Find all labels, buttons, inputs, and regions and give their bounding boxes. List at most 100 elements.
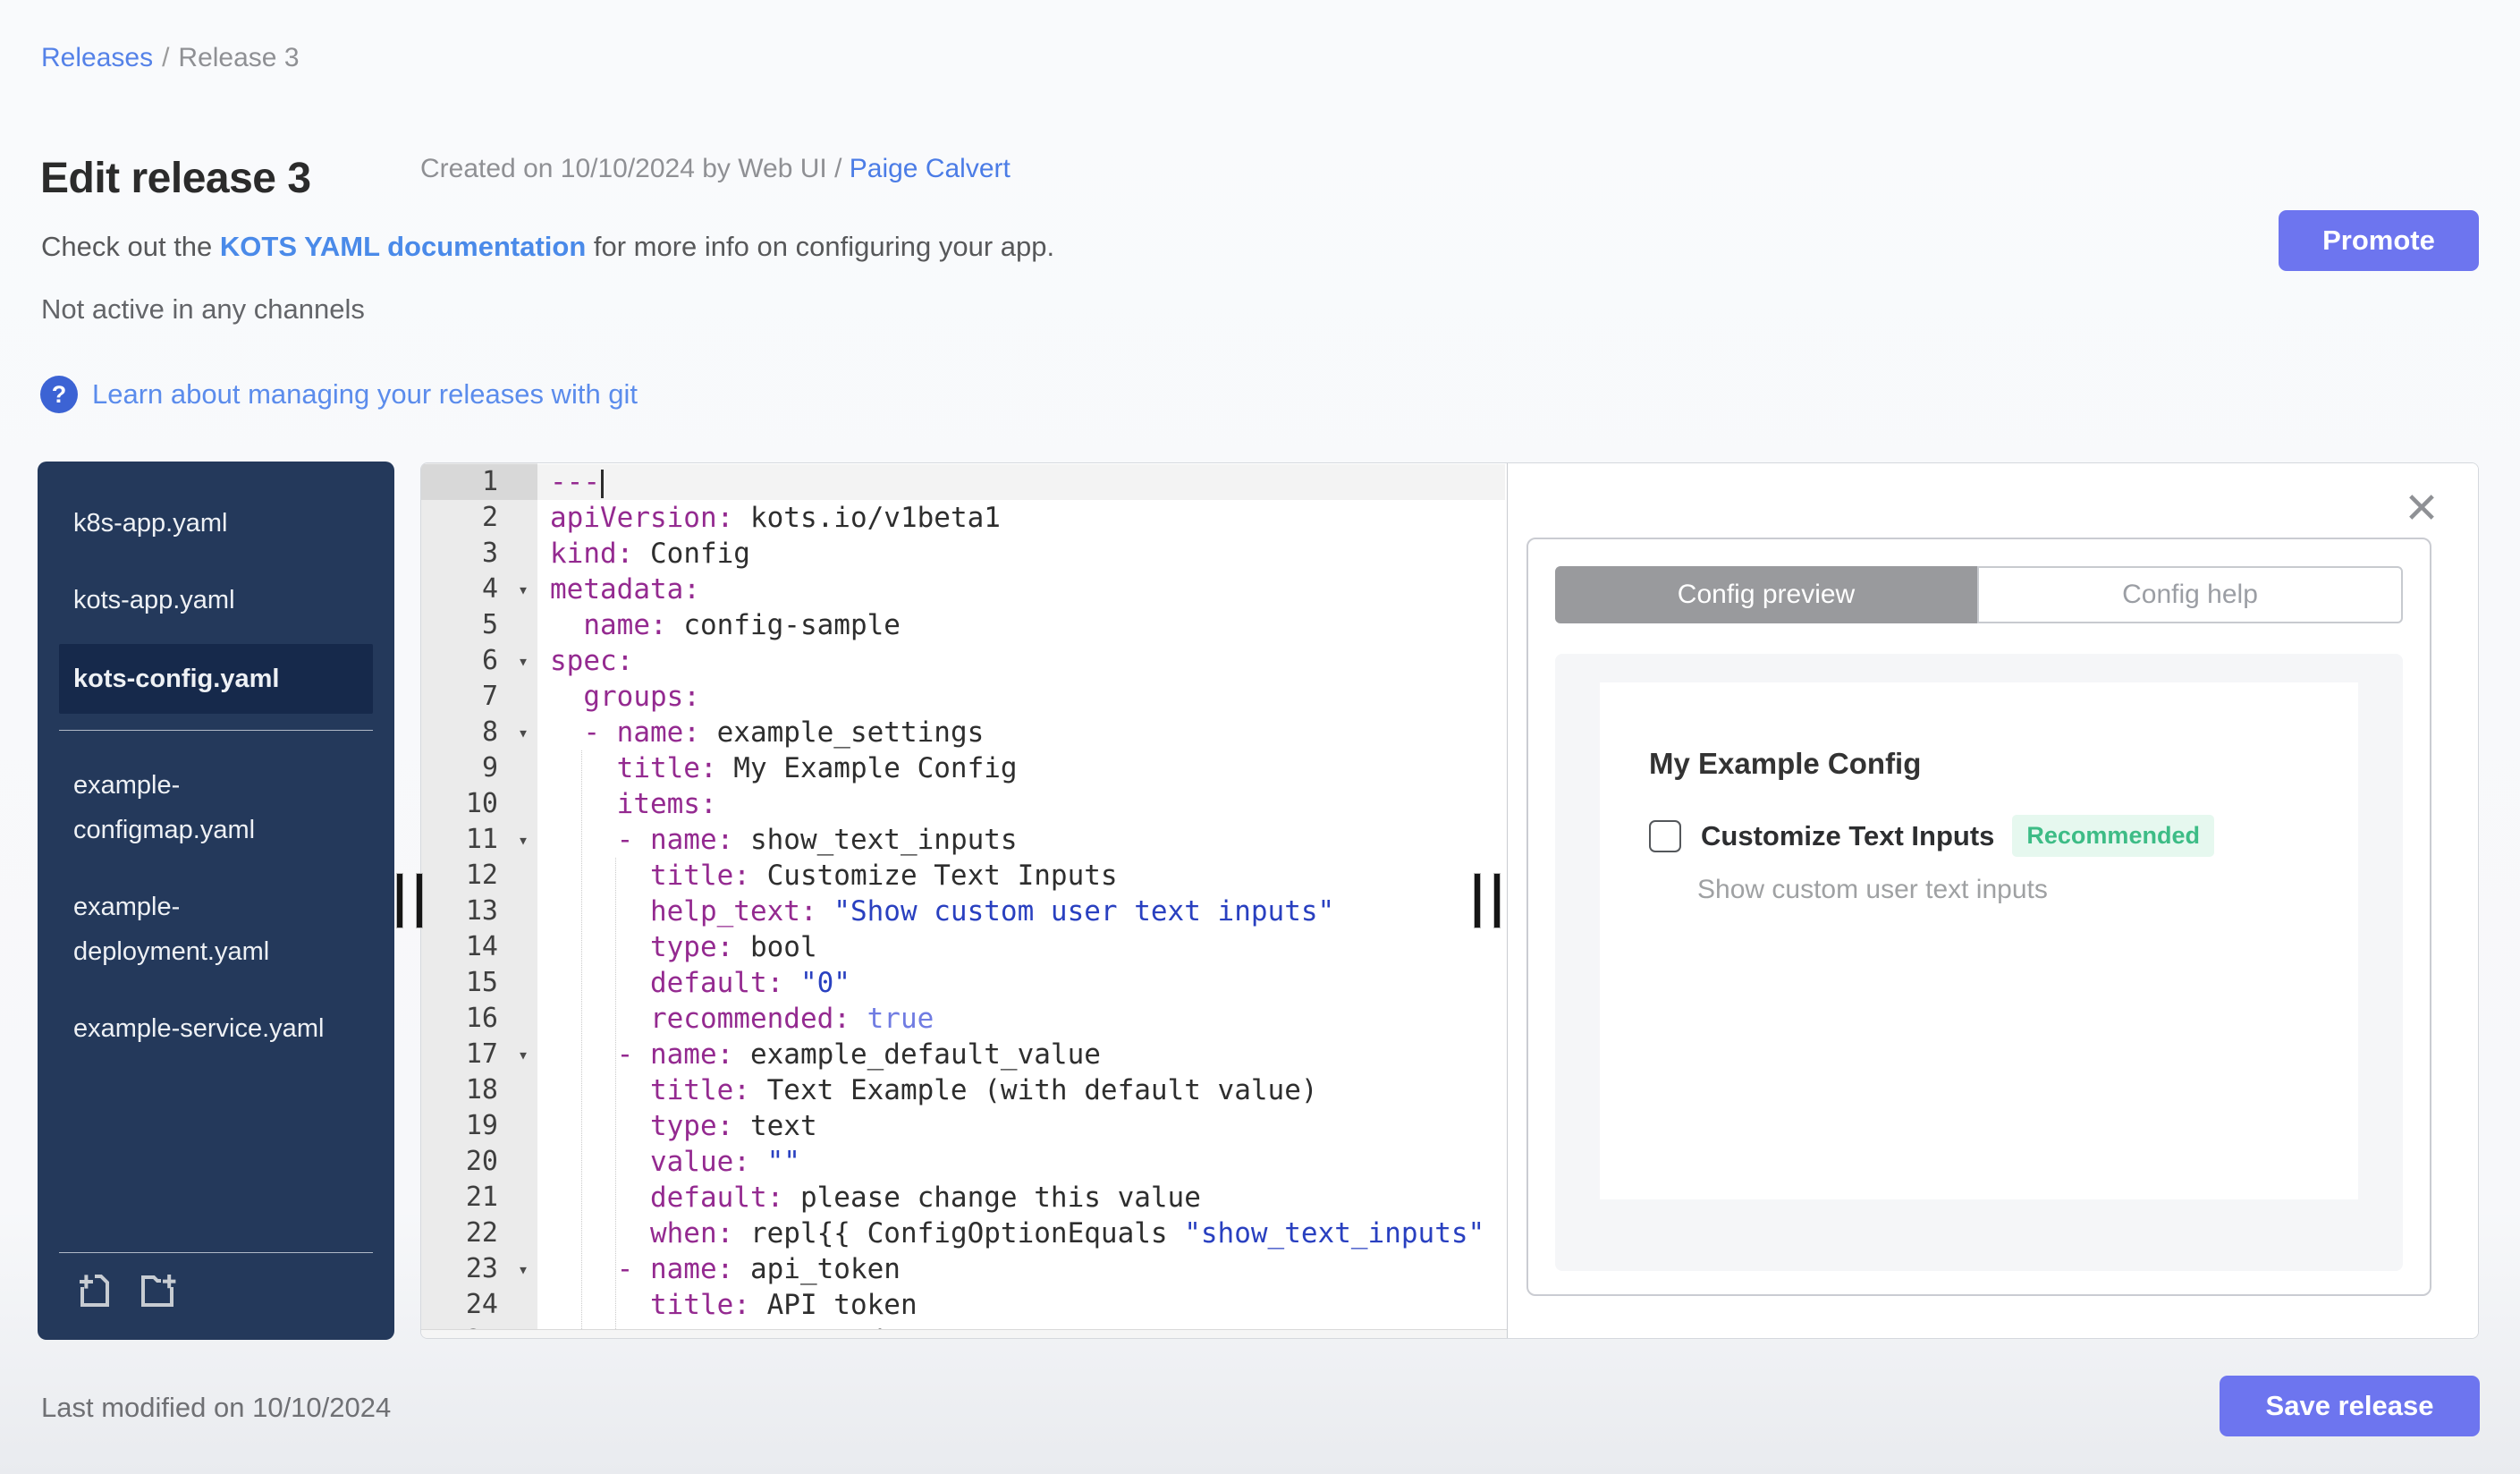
editor-line-15: 15 default: "0"	[421, 965, 1505, 1001]
sidebar-footer	[59, 1252, 373, 1320]
code-line: kind: Config	[550, 538, 750, 570]
line-number: 3	[481, 538, 498, 569]
line-number: 12	[465, 860, 498, 891]
editor-line-24: 24 title: API token	[421, 1287, 1505, 1323]
code-line: name: config-sample	[583, 609, 901, 641]
fold-arrow-icon[interactable]: ▾	[518, 572, 529, 607]
editor-line-7: 7 groups:	[421, 679, 1505, 715]
code-line: - name: example_settings	[583, 716, 985, 749]
last-modified-text: Last modified on 10/10/2024	[41, 1392, 392, 1423]
code-line: help_text: "Show custom user text inputs…	[649, 895, 1335, 928]
editor-line-9: 9 title: My Example Config	[421, 750, 1505, 786]
editor-line-16: 16 recommended: true	[421, 1001, 1505, 1037]
git-help-row: ? Learn about managing your releases wit…	[40, 376, 638, 413]
line-number: 6 ▾	[421, 643, 537, 679]
line-number: 2	[481, 502, 498, 533]
question-mark-icon: ?	[40, 376, 78, 413]
file-list: k8s-app.yaml kots-app.yaml kots-config.yam…	[38, 462, 394, 1067]
code-line: apiVersion: kots.io/v1beta1	[550, 502, 1001, 534]
file-sidebar: k8s-app.yaml kots-app.yaml kots-config.yam…	[38, 462, 394, 1340]
fold-arrow-icon[interactable]: ▾	[518, 822, 529, 858]
indent-guide	[615, 858, 616, 1329]
preview-body: My Example Config Customize Text Inputs …	[1555, 654, 2403, 1271]
fold-arrow-icon[interactable]: ▾	[518, 715, 529, 750]
sidebar-editor-resize-handle[interactable]	[396, 873, 423, 928]
line-number: 13	[465, 895, 498, 927]
editor-line-4: 4 ▾ metadata:	[421, 572, 1505, 607]
close-preview-button[interactable]	[2403, 488, 2440, 526]
created-by-link[interactable]: Paige Calvert	[850, 154, 1011, 183]
config-group-title: My Example Config	[1649, 747, 1922, 780]
line-number: 9	[481, 752, 498, 784]
sidebar-file-kots-app.yaml[interactable]: kots-app.yaml	[38, 562, 394, 639]
sidebar-file-k8s-app.yaml[interactable]: k8s-app.yaml	[38, 485, 394, 562]
config-item-label: Customize Text Inputs	[1701, 819, 1995, 851]
indent-guide	[581, 750, 582, 1329]
created-text: Created on 10/10/2024 by Web UI /	[420, 154, 850, 183]
sidebar-file-example-service.yaml[interactable]: example-service.yaml	[38, 990, 394, 1067]
code-line: type: bool	[649, 931, 817, 963]
editor-rows[interactable]: 1 --- 2 apiVersion: kots.io/v1beta1 3 kind: C…	[421, 464, 1505, 1338]
line-number: 23 ▾	[421, 1251, 537, 1287]
fold-arrow-icon[interactable]: ▾	[518, 1251, 529, 1287]
line-number: 5	[481, 609, 498, 640]
code-line: default: please change this value	[649, 1182, 1201, 1214]
editor-line-18: 18 title: Text Example (with default val…	[421, 1072, 1505, 1108]
kots-docs-link[interactable]: KOTS YAML documentation	[220, 231, 586, 262]
config-item-row: Customize Text Inputs Recommended	[1649, 815, 2358, 857]
add-folder-icon	[141, 1275, 176, 1307]
line-number: 20	[465, 1146, 498, 1177]
add-folder-button[interactable]	[136, 1269, 179, 1315]
git-releases-link[interactable]: Learn about managing your releases with …	[92, 378, 638, 411]
code-line: - name: api_token	[616, 1253, 901, 1285]
code-line: - name: show_text_inputs	[616, 824, 1018, 856]
text-cursor	[601, 469, 604, 498]
add-file-icon	[80, 1275, 109, 1307]
fold-arrow-icon[interactable]: ▾	[518, 1037, 529, 1072]
release-workbench: 1 --- 2 apiVersion: kots.io/v1beta1 3 kind: C…	[420, 462, 2479, 1339]
code-line: title: My Example Config	[616, 752, 1018, 784]
code-line: ---	[537, 464, 1505, 500]
config-render-card: My Example Config Customize Text Inputs …	[1600, 682, 2358, 1199]
line-number: 18	[465, 1074, 498, 1106]
code-line: value: ""	[649, 1146, 800, 1178]
tab-config-preview[interactable]: Config preview	[1555, 566, 1977, 623]
config-item-help-text: Show custom user text inputs	[1697, 875, 2048, 904]
editor-line-2: 2 apiVersion: kots.io/v1beta1	[421, 500, 1505, 536]
sidebar-file-kots-config.yaml[interactable]: kots-config.yaml	[59, 644, 373, 714]
doc-hint-before: Check out the	[41, 231, 220, 262]
save-release-button[interactable]: Save release	[2220, 1376, 2480, 1436]
code-line: title: Text Example (with default value)	[649, 1074, 1318, 1106]
breadcrumb-current: Release 3	[178, 43, 300, 72]
add-file-button[interactable]	[73, 1269, 116, 1315]
close-icon	[2409, 495, 2434, 520]
fold-arrow-icon[interactable]: ▾	[518, 643, 529, 679]
editor-preview-resize-handle[interactable]	[1474, 873, 1501, 928]
line-number: 4 ▾	[421, 572, 537, 607]
editor-line-13: 13 help_text: "Show custom user text inp…	[421, 894, 1505, 929]
editor-line-5: 5 name: config-sample	[421, 607, 1505, 643]
line-number: 15	[465, 967, 498, 998]
doc-hint-after: for more info on configuring your app.	[586, 231, 1055, 262]
breadcrumb-separator: /	[162, 43, 170, 72]
line-number: 24	[465, 1289, 498, 1320]
editor-line-22: 22 when: repl{{ ConfigOptionEquals "show…	[421, 1216, 1505, 1251]
editor-line-10: 10 items:	[421, 786, 1505, 822]
tab-config-help[interactable]: Config help	[1977, 566, 2403, 623]
editor-line-14: 14 type: bool	[421, 929, 1505, 965]
editor-line-17: 17 ▾ - name: example_default_value	[421, 1037, 1505, 1072]
promote-button[interactable]: Promote	[2279, 210, 2479, 271]
code-line: groups:	[583, 681, 700, 713]
breadcrumb-releases-link[interactable]: Releases	[41, 43, 153, 72]
customize-text-inputs-checkbox[interactable]	[1649, 819, 1681, 852]
editor-horizontal-scrollbar[interactable]	[421, 1329, 1507, 1338]
code-line: type: text	[649, 1110, 817, 1142]
editor-line-6: 6 ▾ spec:	[421, 643, 1505, 679]
sidebar-file-example-configmap.yaml[interactable]: example-configmap.yaml	[38, 747, 394, 868]
sidebar-file-example-deployment.yaml[interactable]: example-deployment.yaml	[38, 868, 394, 990]
line-number: 21	[465, 1182, 498, 1213]
line-number: 19	[465, 1110, 498, 1141]
editor-line-8: 8 ▾ - name: example_settings	[421, 715, 1505, 750]
line-number: 16	[465, 1003, 498, 1034]
line-number: 14	[465, 931, 498, 962]
